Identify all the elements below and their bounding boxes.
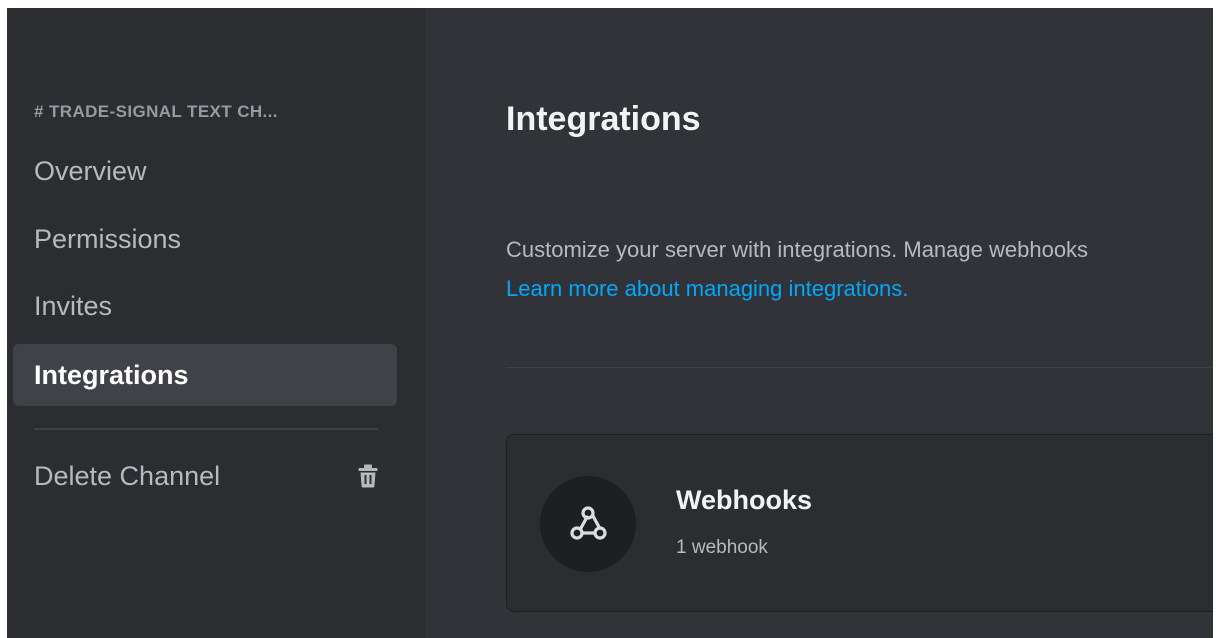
delete-channel-button[interactable]: Delete Channel <box>13 445 397 507</box>
sidebar-item-label: Overview <box>34 155 147 186</box>
sidebar-item-permissions[interactable]: Permissions <box>13 208 397 270</box>
sidebar-item-overview[interactable]: Overview <box>13 140 397 202</box>
sidebar-divider <box>34 428 378 430</box>
description-text: Customize your server with integrations.… <box>506 237 1089 262</box>
trash-icon <box>357 463 379 489</box>
channel-category-header: # TRADE-SIGNAL TEXT CH... <box>34 102 278 121</box>
sidebar-item-integrations[interactable]: Integrations <box>13 344 397 406</box>
webhooks-card[interactable]: Webhooks 1 webhook <box>506 434 1213 612</box>
delete-channel-label: Delete Channel <box>34 460 221 491</box>
webhooks-count: 1 webhook <box>676 537 768 558</box>
sidebar-item-label: Integrations <box>34 359 189 390</box>
sidebar-item-label: Invites <box>34 290 113 321</box>
settings-sidebar: # TRADE-SIGNAL TEXT CH... Overview Permi… <box>7 8 425 638</box>
webhooks-title: Webhooks <box>676 485 813 515</box>
webhook-icon <box>540 476 636 572</box>
learn-more-link[interactable]: Learn more about managing integrations. <box>506 269 1088 308</box>
integrations-description: Customize your server with integrations.… <box>506 230 1088 308</box>
sidebar-item-label: Permissions <box>34 223 182 254</box>
sidebar-item-invites[interactable]: Invites <box>13 275 397 337</box>
content-divider <box>506 367 1213 368</box>
settings-content: Integrations Customize your server with … <box>425 8 1213 638</box>
page-title: Integrations <box>506 100 701 138</box>
channel-settings-window: # TRADE-SIGNAL TEXT CH... Overview Permi… <box>7 8 1213 638</box>
